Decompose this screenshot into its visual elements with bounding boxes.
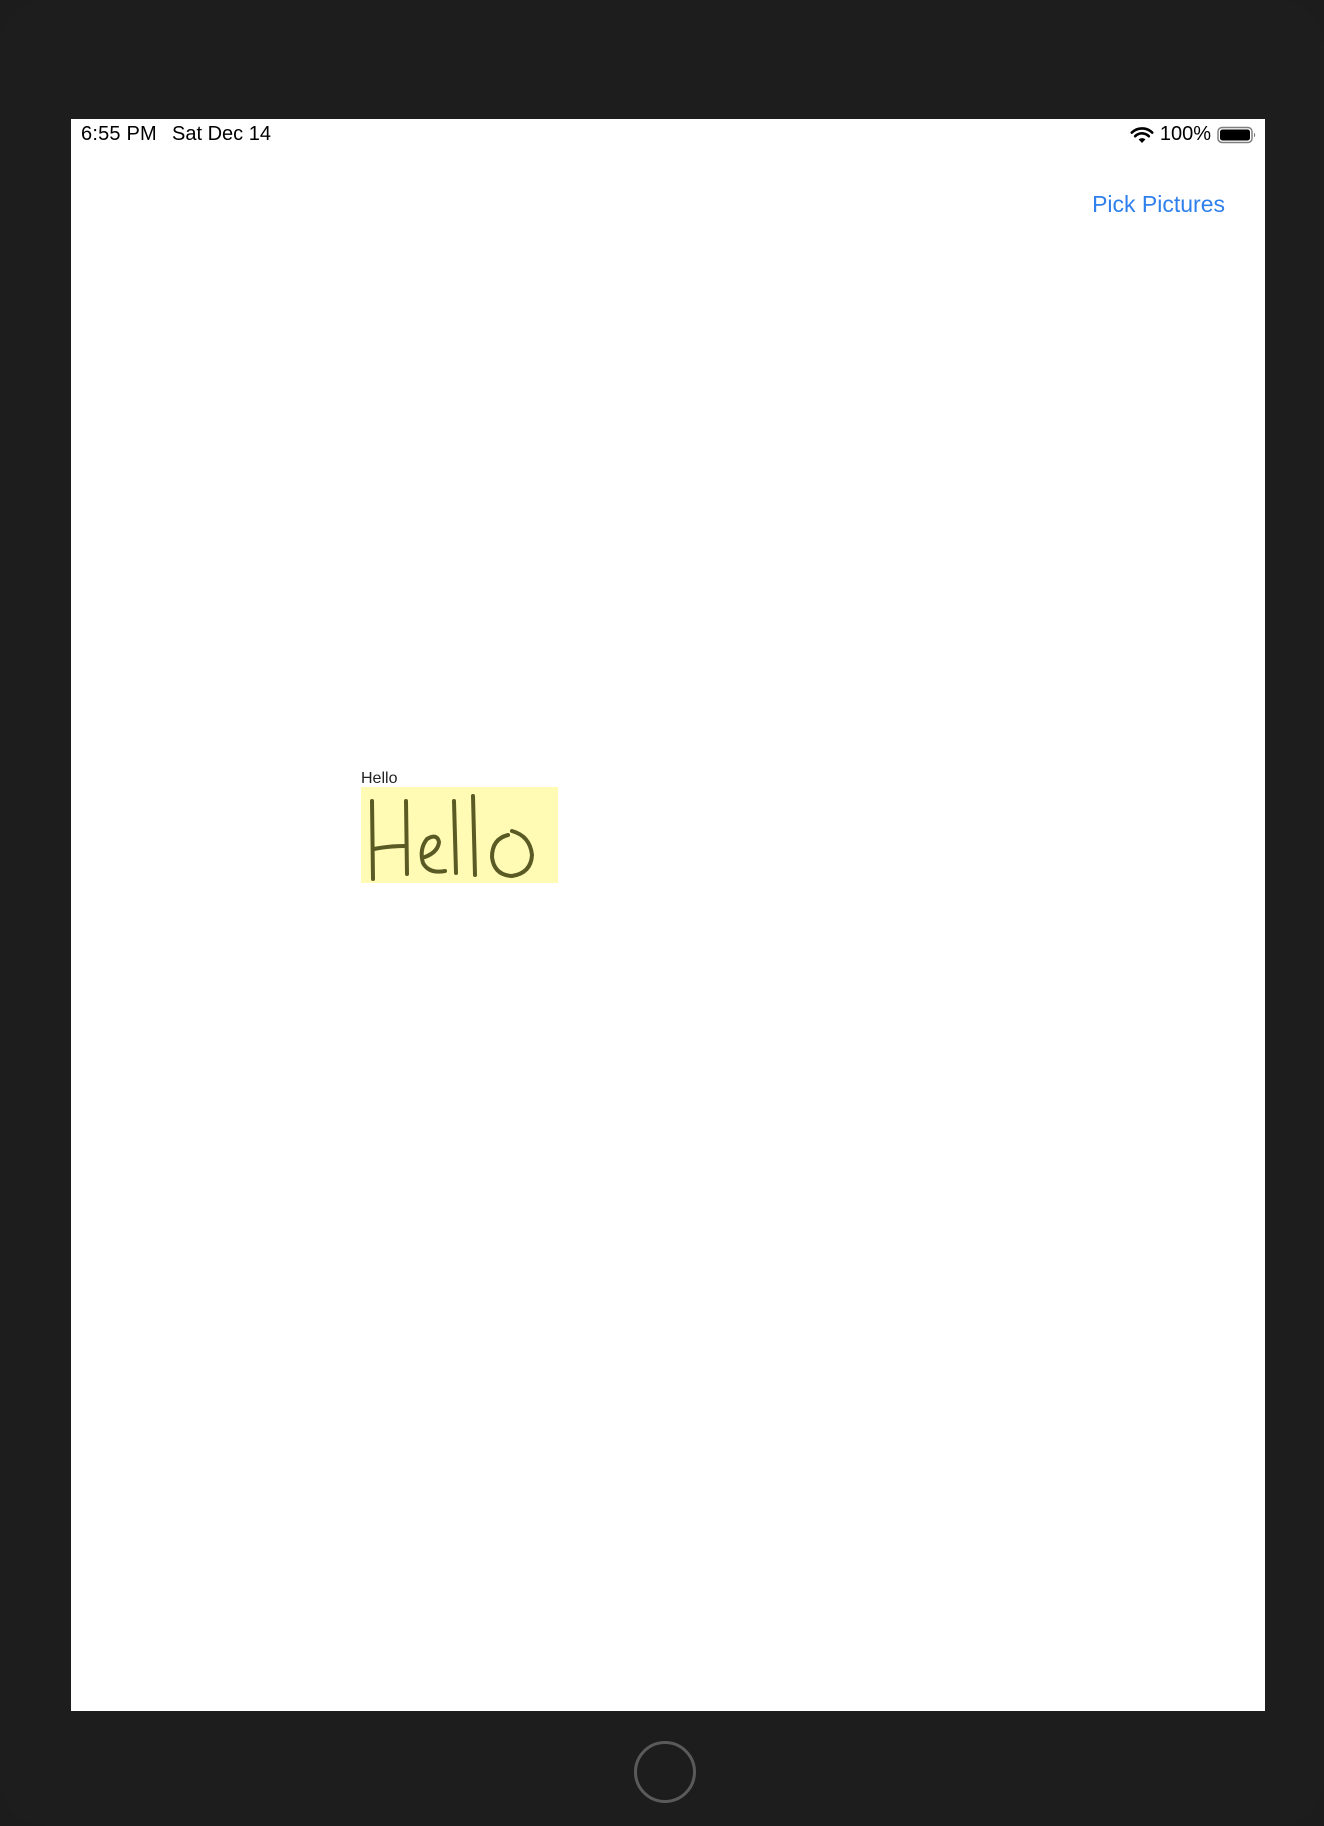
ipad-frame: 6:55 PM Sat Dec 14 100% Pick Pictures He… — [0, 0, 1324, 1826]
handwritten-hello-drawing — [370, 794, 534, 881]
wifi-icon — [1130, 126, 1154, 143]
status-time: 6:55 PM — [81, 123, 157, 145]
pick-pictures-button[interactable]: Pick Pictures — [1092, 191, 1225, 218]
battery-icon — [1217, 126, 1256, 143]
home-button[interactable] — [634, 1741, 696, 1803]
battery-percent: 100% — [1159, 123, 1211, 145]
status-date: Sat Dec 14 — [172, 123, 271, 145]
item-label: Hello — [361, 770, 398, 787]
handwriting-image — [361, 787, 558, 883]
status-bar: 6:55 PM Sat Dec 14 100% — [71, 119, 1265, 149]
app-screen: 6:55 PM Sat Dec 14 100% Pick Pictures He… — [71, 119, 1265, 1711]
status-indicators: 100% — [1130, 123, 1257, 146]
